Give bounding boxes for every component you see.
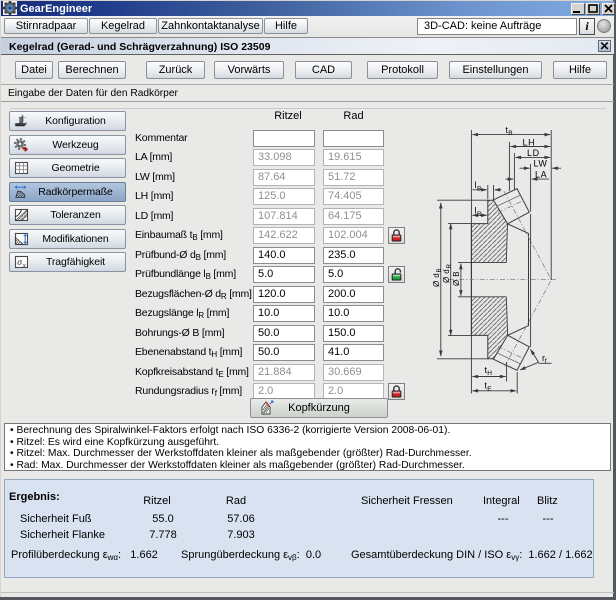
svg-text:R: R xyxy=(477,211,482,218)
svg-text:LA: LA xyxy=(535,169,547,179)
svg-text:LW: LW xyxy=(534,159,548,169)
svg-text:Ø B: Ø B xyxy=(452,271,461,286)
svg-text:x: x xyxy=(22,262,26,269)
svg-text:σ: σ xyxy=(17,258,22,268)
svg-text:B: B xyxy=(477,185,481,192)
svg-text:Ø d: Ø d xyxy=(442,269,451,283)
svg-text:H: H xyxy=(487,370,492,377)
svg-text:R: R xyxy=(446,264,453,269)
svg-text:LD: LD xyxy=(527,148,540,158)
svg-text:E: E xyxy=(487,386,492,393)
svg-text:f: f xyxy=(545,358,547,365)
svg-text:Ø d: Ø d xyxy=(432,273,441,287)
svg-text:B: B xyxy=(508,130,512,137)
svg-text:LH: LH xyxy=(523,137,536,147)
